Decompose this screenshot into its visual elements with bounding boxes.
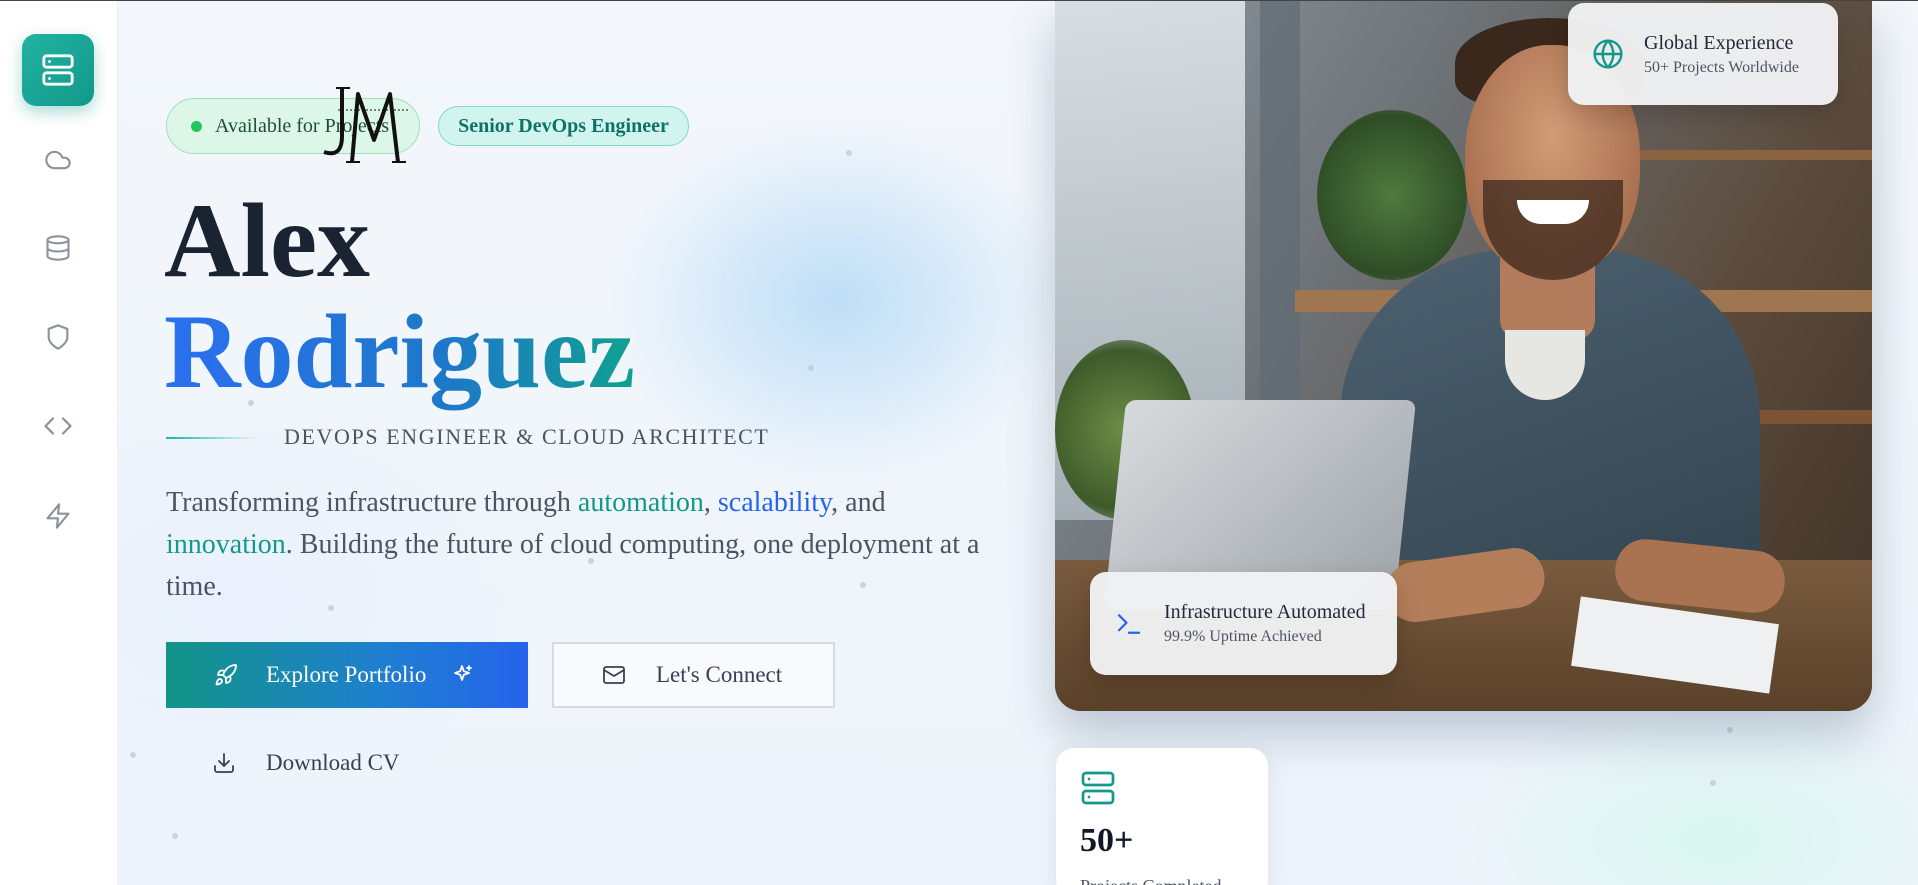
server-icon	[1080, 770, 1116, 806]
jm-logo	[323, 87, 408, 163]
name-first: Alex	[164, 182, 371, 299]
mail-icon	[602, 663, 626, 687]
code-icon	[44, 417, 72, 435]
sparkles-icon	[450, 663, 474, 687]
global-title: Global Experience	[1644, 31, 1794, 54]
name-last: Rodriguez	[164, 293, 635, 425]
desc-highlight-automation: automation	[577, 487, 704, 518]
desc-text: . Building the future of cloud computing…	[166, 529, 980, 602]
tagline-divider	[166, 437, 258, 439]
infra-title: Infrastructure Automated	[1164, 601, 1366, 623]
sidebar-item-zap[interactable]	[22, 480, 94, 552]
download-label: Download CV	[266, 750, 400, 775]
terminal-icon	[1114, 609, 1144, 639]
tagline: DEVOPS ENGINEER & CLOUD ARCHITECT	[284, 424, 770, 449]
global-experience-card: Global Experience 50+ Projects Worldwide	[1568, 3, 1838, 105]
sidebar-item-security[interactable]	[22, 301, 94, 373]
sidebar-item-cloud[interactable]	[22, 124, 94, 196]
infrastructure-card: Infrastructure Automated 99.9% Uptime Ac…	[1090, 572, 1397, 675]
sidebar-item-database[interactable]	[22, 212, 94, 284]
desc-highlight-innovation: innovation	[166, 529, 286, 560]
projects-value: 50+	[1080, 822, 1134, 859]
download-cv-button[interactable]: Download CV	[212, 744, 400, 782]
globe-icon	[1592, 38, 1624, 70]
desc-text: Transforming infrastructure through	[166, 487, 578, 518]
decor-dot	[846, 150, 852, 156]
role-badge: Senior DevOps Engineer	[438, 106, 689, 146]
status-dot	[191, 120, 202, 132]
infra-subtitle: 99.9% Uptime Achieved	[1164, 628, 1322, 645]
projects-stat-card: 50+ Projects Completed	[1056, 748, 1268, 885]
desc-text: ,	[703, 487, 718, 518]
hero-description: Transforming infrastructure through auto…	[166, 482, 1006, 608]
projects-label: Projects Completed	[1080, 876, 1221, 885]
shield-icon	[47, 324, 69, 350]
sidebar	[0, 0, 118, 885]
connect-label: Let's Connect	[656, 662, 783, 687]
zap-icon	[46, 503, 70, 529]
desc-text: , and	[831, 487, 886, 518]
decor-dot	[172, 833, 178, 839]
desc-highlight-scalability: scalability	[717, 487, 832, 518]
explore-label: Explore Portfolio	[266, 662, 427, 687]
database-icon	[46, 235, 70, 261]
lets-connect-button[interactable]: Let's Connect	[552, 642, 835, 708]
rocket-icon	[214, 663, 238, 687]
download-icon	[212, 751, 236, 775]
global-subtitle: 50+ Projects Worldwide	[1644, 58, 1799, 76]
cloud-icon	[45, 150, 71, 170]
decor-dot	[808, 365, 814, 371]
decor-dot	[1727, 727, 1733, 733]
explore-portfolio-button[interactable]: Explore Portfolio	[166, 642, 528, 708]
top-border	[0, 0, 1918, 1]
decor-dot	[1710, 780, 1716, 786]
server-icon	[42, 54, 74, 86]
sidebar-item-server[interactable]	[22, 34, 94, 106]
sidebar-item-code[interactable]	[22, 390, 94, 462]
decor-dot	[130, 752, 136, 758]
